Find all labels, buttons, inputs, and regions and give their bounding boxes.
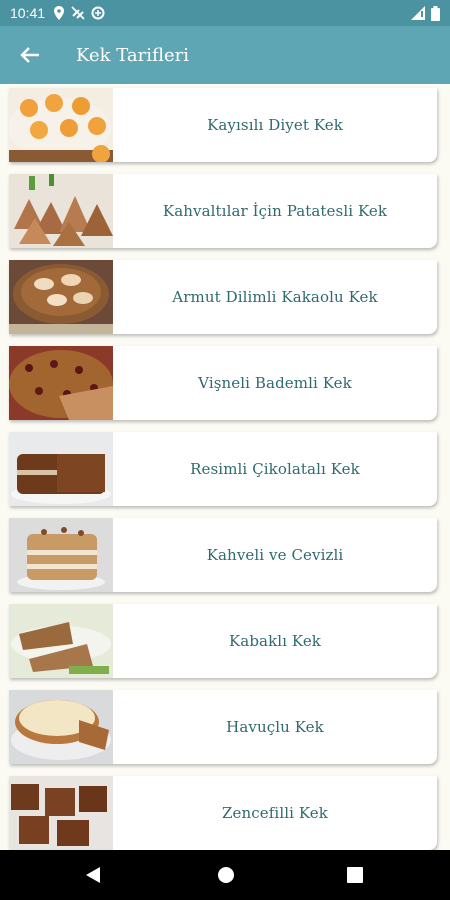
recipe-thumbnail bbox=[9, 432, 113, 506]
recipe-card-patatesli-kek[interactable]: Kahvaltılar İçin Patatesli Kek bbox=[9, 174, 437, 248]
recipe-title: Armut Dilimli Kakaolu Kek bbox=[172, 288, 378, 306]
recipe-card-kayisili-diyet-kek[interactable]: Kayısılı Diyet Kek bbox=[9, 88, 437, 162]
recipe-thumbnail bbox=[9, 776, 113, 850]
recipe-thumbnail bbox=[9, 690, 113, 764]
status-time: 10:41 bbox=[10, 5, 46, 21]
recipe-card-resimli-cikolatali-kek[interactable]: Resimli Çikolatalı Kek bbox=[9, 432, 437, 506]
recipe-title: Vişneli Bademli Kek bbox=[198, 374, 352, 392]
recipe-card-havuclu-kek[interactable]: Havuçlu Kek bbox=[9, 690, 437, 764]
recipe-thumbnail bbox=[9, 174, 113, 248]
recipe-card-kabakli-kek[interactable]: Kabaklı Kek bbox=[9, 604, 437, 678]
signal-icon bbox=[411, 6, 425, 20]
back-button[interactable] bbox=[0, 26, 60, 84]
recents-square-icon[interactable] bbox=[347, 867, 363, 883]
recipe-card-visneli-bademli-kek[interactable]: Vişneli Bademli Kek bbox=[9, 346, 437, 420]
recipe-thumbnail bbox=[9, 260, 113, 334]
battery-icon bbox=[431, 5, 440, 21]
status-bar: 10:41 bbox=[0, 0, 450, 26]
recipe-title: Kahvaltılar İçin Patatesli Kek bbox=[162, 202, 388, 220]
status-left-icons bbox=[53, 6, 105, 20]
recipe-list[interactable]: Kayısılı Diyet Kek Kahvaltılar İçin Pata… bbox=[0, 84, 450, 850]
recipe-thumbnail bbox=[9, 604, 113, 678]
system-nav-bar bbox=[0, 850, 450, 900]
no-mobile-data-icon bbox=[71, 6, 85, 20]
recipe-title: Zencefilli Kek bbox=[222, 804, 328, 822]
page-title: Kek Tarifleri bbox=[76, 44, 189, 66]
recipe-card-armut-dilimli-kakaolu-kek[interactable]: Armut Dilimli Kakaolu Kek bbox=[9, 260, 437, 334]
home-circle-icon[interactable] bbox=[217, 866, 235, 884]
recipe-thumbnail bbox=[9, 88, 113, 162]
recipe-card-zencefilli-kek[interactable]: Zencefilli Kek bbox=[9, 776, 437, 850]
data-saver-icon bbox=[91, 6, 105, 20]
status-right-icons bbox=[411, 0, 440, 26]
recipe-title: Resimli Çikolatalı Kek bbox=[190, 460, 360, 478]
location-icon bbox=[54, 6, 65, 20]
back-triangle-icon[interactable] bbox=[84, 866, 102, 884]
recipe-thumbnail bbox=[9, 518, 113, 592]
app-bar: Kek Tarifleri bbox=[0, 26, 450, 84]
recipe-card-kahveli-ve-cevizli[interactable]: Kahveli ve Cevizli bbox=[9, 518, 437, 592]
recipe-title: Havuçlu Kek bbox=[226, 718, 324, 736]
recipe-thumbnail bbox=[9, 346, 113, 420]
recipe-title: Kabaklı Kek bbox=[228, 632, 321, 650]
recipe-title: Kahveli ve Cevizli bbox=[206, 546, 344, 564]
arrow-left-icon bbox=[20, 47, 39, 63]
recipe-title: Kayısılı Diyet Kek bbox=[207, 116, 343, 134]
